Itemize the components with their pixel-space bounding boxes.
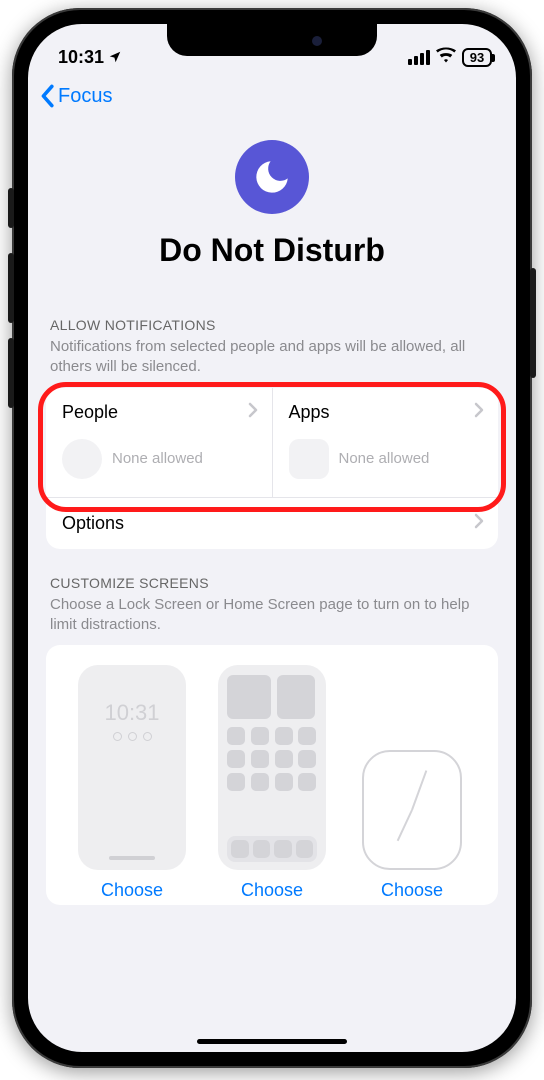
watch-face-preview — [362, 750, 462, 870]
watch-face-option[interactable]: Choose — [342, 665, 482, 905]
apps-title: Apps — [289, 402, 330, 423]
people-title: People — [62, 402, 118, 423]
people-apps-row: People None allowed — [46, 388, 498, 497]
people-avatar-placeholder — [62, 439, 102, 479]
moon-icon — [235, 140, 309, 214]
chevron-right-icon — [248, 402, 258, 423]
content: Do Not Disturb Allow Notifications Notif… — [28, 118, 516, 905]
apps-icon-placeholder — [289, 439, 329, 479]
home-screen-option[interactable]: Choose — [202, 665, 342, 905]
choose-home-button[interactable]: Choose — [241, 880, 303, 901]
screen: 10:31 93 Focus — [28, 24, 516, 1052]
side-button — [8, 253, 14, 323]
notch — [167, 24, 377, 56]
customize-screens-card: 10:31 Choose — [46, 645, 498, 905]
location-arrow-icon — [108, 50, 122, 64]
cellular-icon — [408, 50, 430, 65]
apps-cell[interactable]: Apps None allowed — [273, 388, 499, 497]
battery-level: 93 — [462, 48, 492, 67]
navigation-bar: Focus — [28, 74, 516, 118]
chevron-left-icon — [38, 84, 56, 108]
options-row[interactable]: Options — [46, 497, 498, 549]
section-header-allow: Allow Notifications — [50, 317, 494, 333]
status-right: 93 — [408, 47, 492, 68]
focus-header: Do Not Disturb — [46, 118, 498, 299]
allow-card: People None allowed — [46, 388, 498, 549]
section-desc-allow: Notifications from selected people and a… — [50, 337, 494, 378]
options-label: Options — [62, 513, 124, 534]
phone-frame: 10:31 93 Focus — [12, 8, 532, 1068]
clock-time: 10:31 — [58, 47, 104, 68]
status-time: 10:31 — [58, 47, 122, 68]
lock-screen-preview: 10:31 — [78, 665, 186, 870]
section-desc-customize: Choose a Lock Screen or Home Screen page… — [50, 595, 494, 636]
section-header-customize: Customize Screens — [50, 575, 494, 591]
back-label: Focus — [58, 85, 112, 108]
page-title: Do Not Disturb — [46, 232, 498, 269]
side-button — [8, 188, 14, 228]
wifi-icon — [436, 47, 456, 68]
people-cell[interactable]: People None allowed — [46, 388, 273, 497]
allow-card-wrapper: People None allowed — [46, 388, 498, 549]
choose-watch-button[interactable]: Choose — [381, 880, 443, 901]
apps-status: None allowed — [339, 450, 430, 467]
lock-screen-option[interactable]: 10:31 Choose — [62, 665, 202, 905]
choose-lock-button[interactable]: Choose — [101, 880, 163, 901]
people-status: None allowed — [112, 450, 203, 467]
lock-preview-time: 10:31 — [78, 700, 186, 726]
chevron-right-icon — [474, 402, 484, 423]
back-button[interactable]: Focus — [38, 84, 112, 108]
side-button — [8, 338, 14, 408]
home-indicator[interactable] — [197, 1039, 347, 1044]
home-screen-preview — [218, 665, 326, 870]
side-button — [530, 268, 536, 378]
chevron-right-icon — [474, 513, 484, 534]
